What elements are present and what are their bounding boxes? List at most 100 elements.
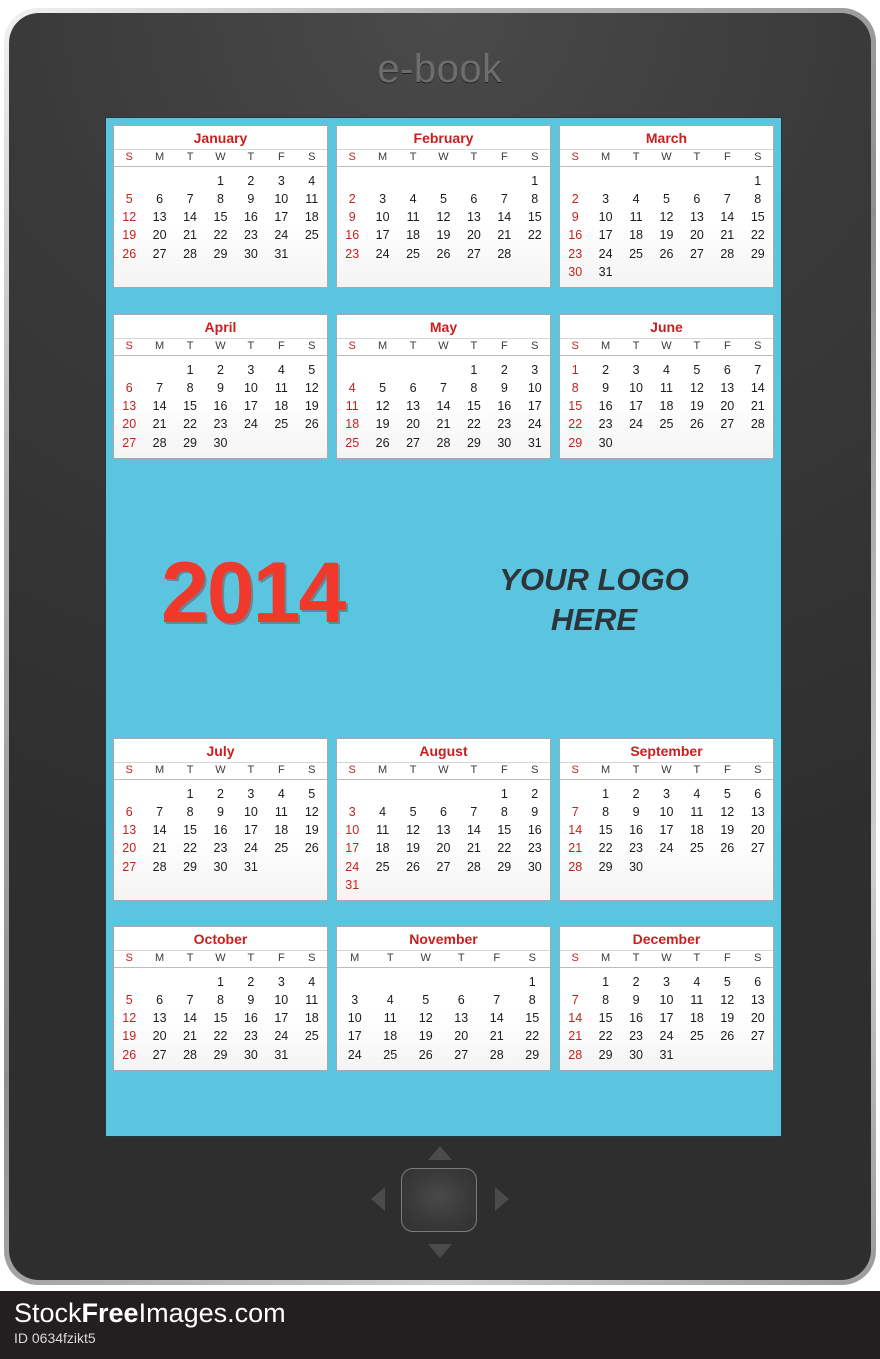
day-cell[interactable]: 17	[621, 398, 651, 416]
day-cell-empty[interactable]	[236, 434, 266, 458]
day-cell[interactable]: 24	[651, 840, 681, 858]
day-cell-empty[interactable]	[266, 434, 296, 458]
day-cell[interactable]: 5	[114, 992, 144, 1010]
day-cell[interactable]: 31	[590, 263, 620, 287]
day-cell[interactable]: 21	[459, 840, 489, 858]
day-cell[interactable]: 4	[682, 780, 712, 804]
day-cell[interactable]: 4	[621, 191, 651, 209]
day-cell[interactable]: 23	[236, 227, 266, 245]
day-cell-empty[interactable]	[297, 245, 327, 269]
day-cell[interactable]: 26	[398, 858, 428, 876]
day-cell[interactable]: 17	[367, 227, 397, 245]
day-cell[interactable]: 8	[459, 380, 489, 398]
day-cell[interactable]: 11	[337, 398, 367, 416]
day-cell[interactable]: 5	[712, 780, 742, 804]
day-cell[interactable]: 30	[489, 434, 519, 458]
day-cell[interactable]: 10	[651, 804, 681, 822]
day-cell[interactable]: 22	[459, 416, 489, 434]
day-cell[interactable]: 24	[236, 416, 266, 434]
day-cell[interactable]: 12	[428, 209, 458, 227]
day-cell-empty[interactable]	[398, 356, 428, 380]
day-cell[interactable]: 5	[428, 191, 458, 209]
day-cell[interactable]: 28	[459, 858, 489, 876]
day-cell[interactable]: 3	[337, 804, 367, 822]
day-cell[interactable]: 23	[205, 416, 235, 434]
day-cell[interactable]: 9	[205, 380, 235, 398]
day-cell[interactable]: 19	[398, 840, 428, 858]
day-cell[interactable]: 13	[444, 1010, 480, 1028]
day-cell[interactable]: 2	[590, 356, 620, 380]
day-cell[interactable]: 18	[266, 822, 296, 840]
day-cell[interactable]: 29	[459, 434, 489, 458]
day-cell[interactable]: 31	[651, 1046, 681, 1070]
day-cell[interactable]: 28	[560, 858, 590, 882]
day-cell[interactable]: 10	[651, 992, 681, 1010]
day-cell-empty[interactable]	[520, 245, 550, 269]
day-cell[interactable]: 29	[743, 245, 773, 263]
day-cell-empty[interactable]	[266, 858, 296, 882]
day-cell[interactable]: 13	[459, 209, 489, 227]
day-cell[interactable]: 4	[297, 167, 327, 191]
day-cell-empty[interactable]	[144, 968, 174, 992]
day-cell[interactable]: 6	[444, 992, 480, 1010]
day-cell[interactable]: 5	[651, 191, 681, 209]
day-cell[interactable]: 30	[621, 858, 651, 882]
day-cell[interactable]: 18	[266, 398, 296, 416]
day-cell[interactable]: 22	[489, 840, 519, 858]
day-cell[interactable]: 16	[205, 822, 235, 840]
day-cell-empty[interactable]	[621, 167, 651, 191]
day-cell[interactable]: 7	[479, 992, 515, 1010]
day-cell[interactable]: 20	[428, 840, 458, 858]
day-cell[interactable]: 22	[590, 1028, 620, 1046]
day-cell[interactable]: 25	[682, 1028, 712, 1046]
day-cell[interactable]: 25	[297, 1028, 327, 1046]
day-cell[interactable]: 10	[337, 1010, 373, 1028]
day-cell[interactable]: 3	[266, 167, 296, 191]
day-cell[interactable]: 1	[743, 167, 773, 191]
day-cell[interactable]: 3	[236, 780, 266, 804]
day-cell[interactable]: 13	[743, 804, 773, 822]
day-cell-empty[interactable]	[479, 968, 515, 992]
day-cell[interactable]: 19	[712, 822, 742, 840]
day-cell[interactable]: 2	[560, 191, 590, 209]
day-cell[interactable]: 14	[459, 822, 489, 840]
day-cell[interactable]: 19	[114, 227, 144, 245]
day-cell[interactable]: 14	[144, 398, 174, 416]
day-cell-empty[interactable]	[367, 876, 397, 900]
day-cell[interactable]: 1	[459, 356, 489, 380]
day-cell[interactable]: 18	[337, 416, 367, 434]
day-cell-empty[interactable]	[114, 780, 144, 804]
day-cell-empty[interactable]	[459, 780, 489, 804]
day-cell[interactable]: 25	[266, 416, 296, 434]
day-cell[interactable]: 16	[205, 398, 235, 416]
day-cell[interactable]: 3	[651, 780, 681, 804]
day-cell-empty[interactable]	[743, 858, 773, 882]
day-cell-empty[interactable]	[398, 876, 428, 900]
day-cell-empty[interactable]	[373, 968, 409, 992]
day-cell[interactable]: 16	[337, 227, 367, 245]
day-cell[interactable]: 28	[712, 245, 742, 263]
day-cell[interactable]: 6	[743, 780, 773, 804]
day-cell-empty[interactable]	[520, 876, 550, 900]
day-cell[interactable]: 31	[266, 245, 296, 269]
day-cell-empty[interactable]	[560, 780, 590, 804]
day-cell[interactable]: 9	[236, 191, 266, 209]
day-cell[interactable]: 25	[621, 245, 651, 263]
day-cell[interactable]: 5	[367, 380, 397, 398]
day-cell[interactable]: 22	[520, 227, 550, 245]
day-cell[interactable]: 14	[560, 822, 590, 840]
day-cell[interactable]: 30	[236, 1046, 266, 1070]
day-cell[interactable]: 13	[712, 380, 742, 398]
day-cell[interactable]: 7	[144, 804, 174, 822]
day-cell[interactable]: 27	[743, 1028, 773, 1046]
day-cell[interactable]: 25	[398, 245, 428, 269]
day-cell[interactable]: 4	[373, 992, 409, 1010]
day-cell[interactable]: 21	[144, 416, 174, 434]
day-cell-empty[interactable]	[428, 876, 458, 900]
day-cell[interactable]: 3	[621, 356, 651, 380]
day-cell[interactable]: 11	[297, 191, 327, 209]
day-cell[interactable]: 13	[114, 822, 144, 840]
day-cell[interactable]: 31	[236, 858, 266, 882]
day-cell[interactable]: 3	[266, 968, 296, 992]
day-cell[interactable]: 18	[297, 1010, 327, 1028]
